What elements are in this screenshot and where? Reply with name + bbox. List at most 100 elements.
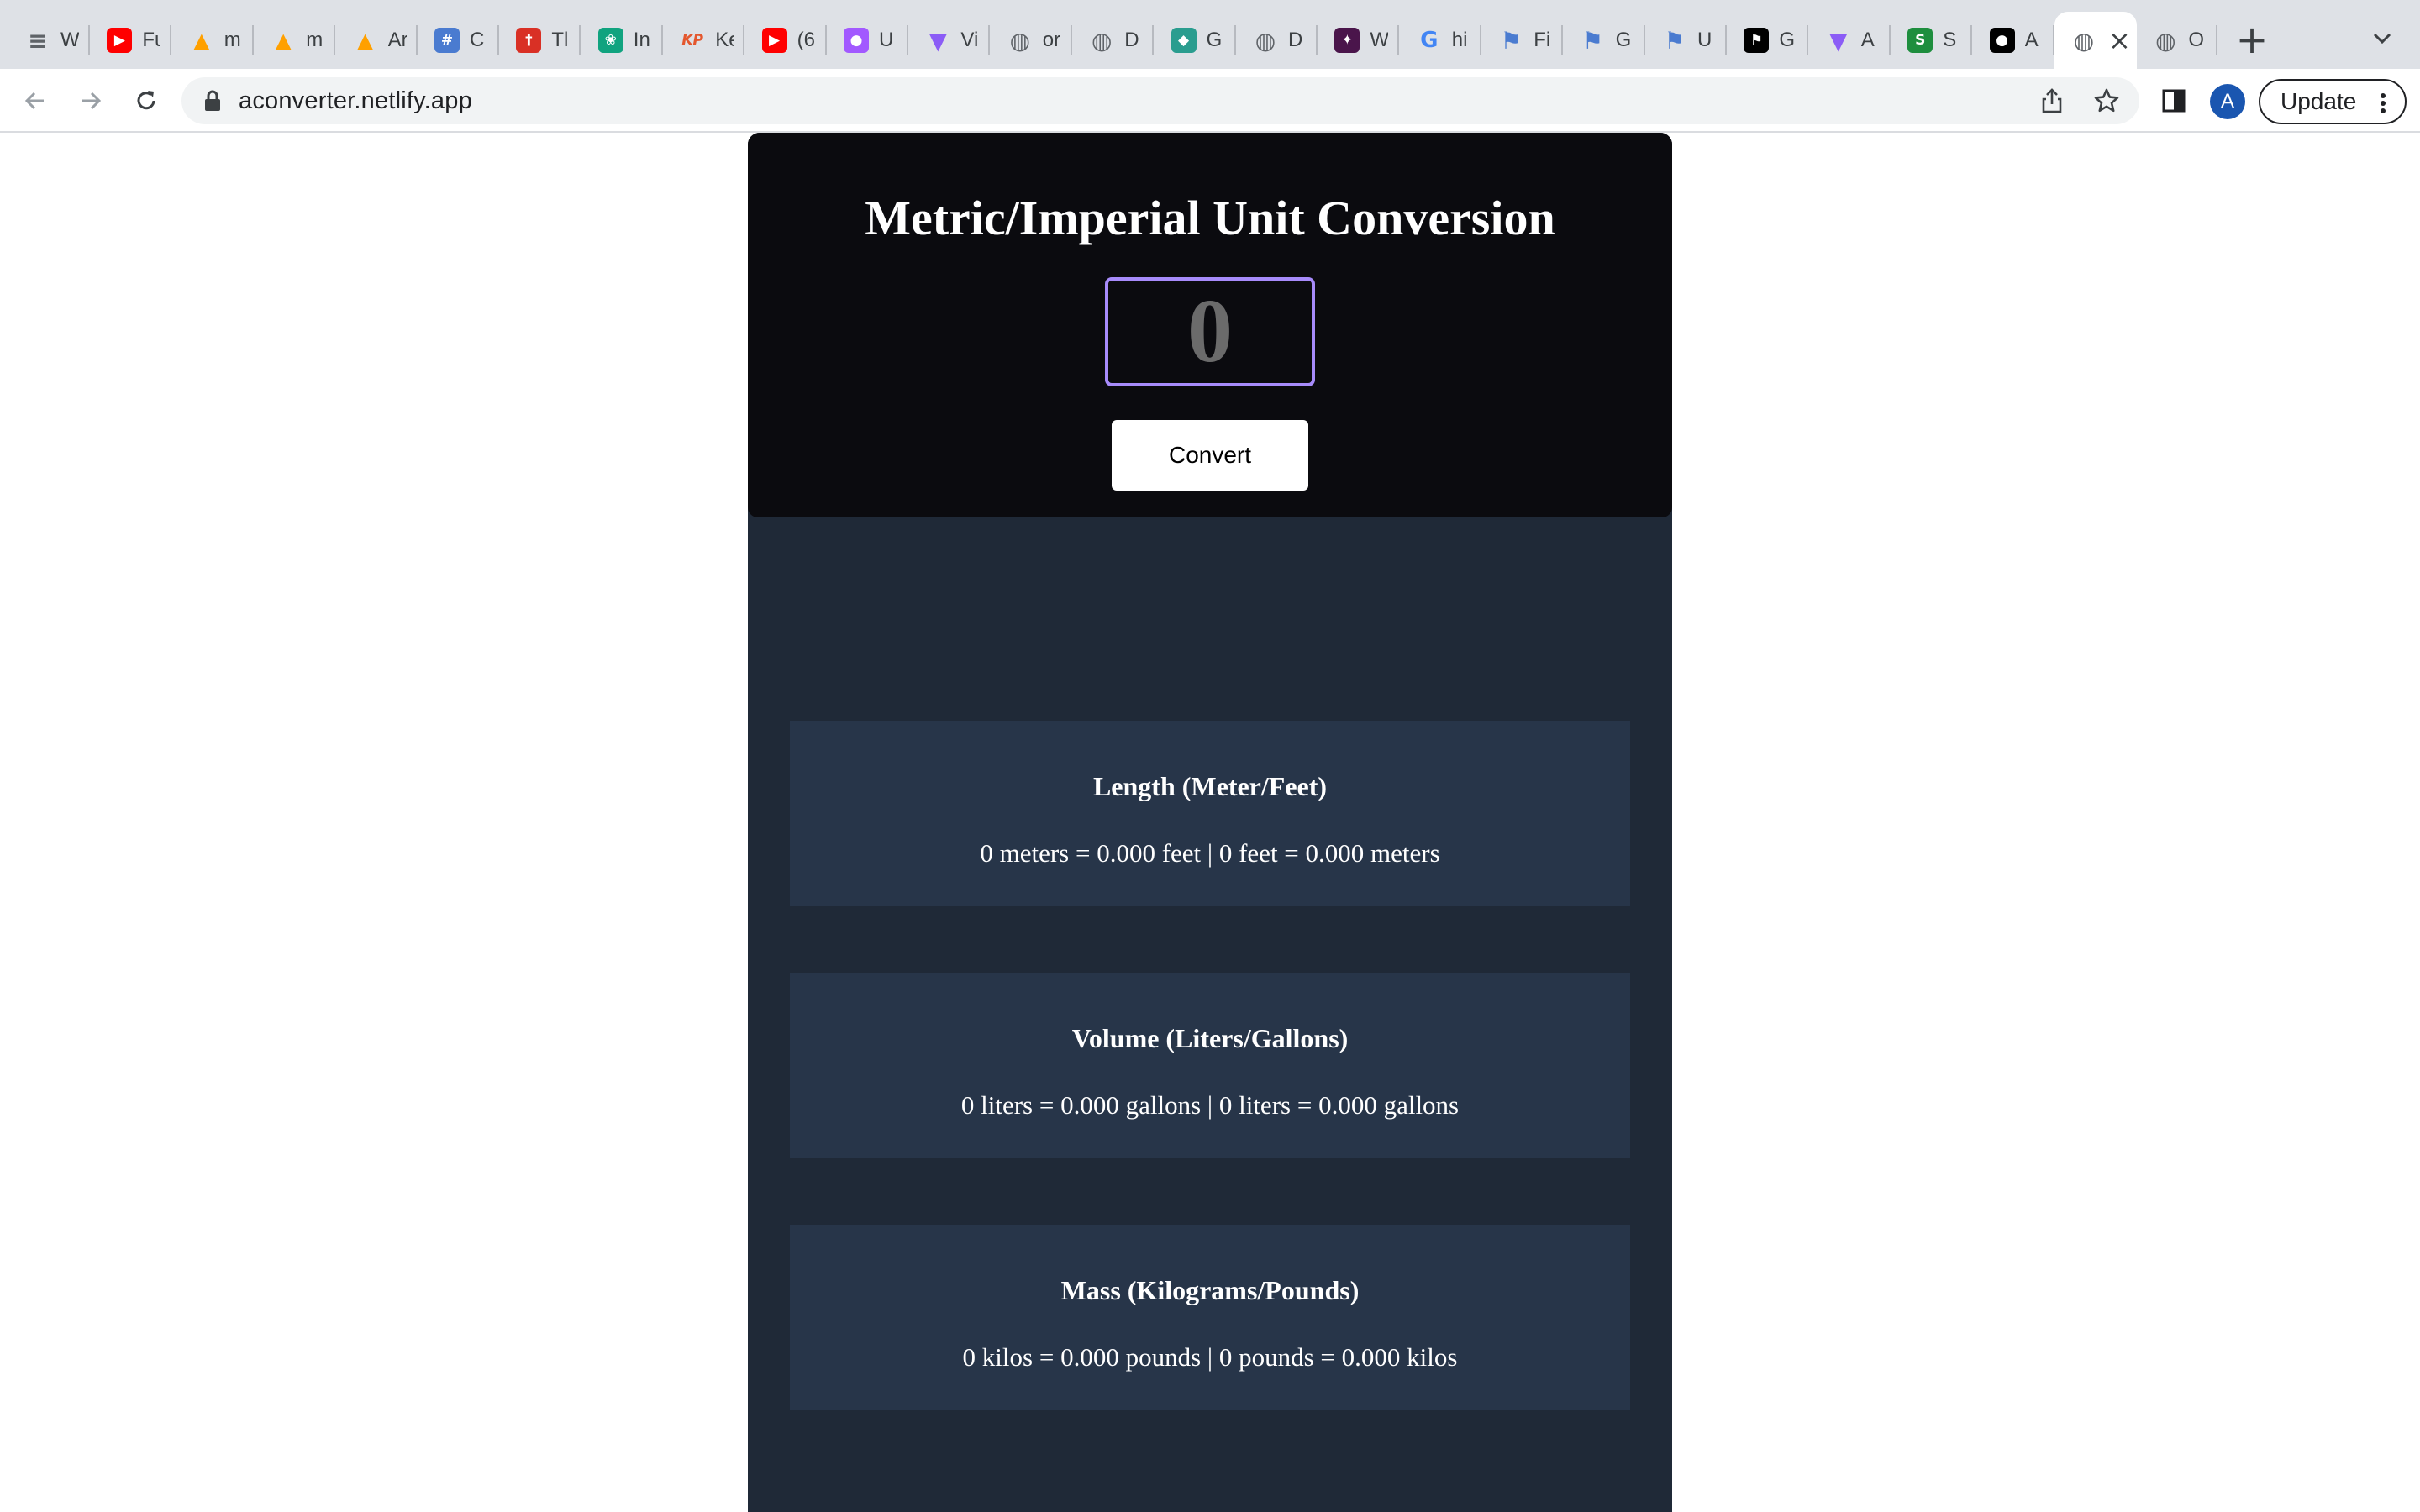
browser-tab[interactable]: # C <box>418 12 499 69</box>
browser-tab[interactable]: ◍ or <box>991 12 1072 69</box>
firebase-icon: ▲ <box>357 29 373 52</box>
vite-icon: ▼ <box>1829 26 1848 55</box>
volume-card-title: Volume (Liters/Gallons) <box>1071 1023 1349 1053</box>
back-button[interactable] <box>15 81 55 121</box>
firebase-icon: ▲ <box>193 29 210 52</box>
globe-icon: ◍ <box>2155 26 2176 55</box>
forward-button[interactable] <box>71 81 111 121</box>
tab-title: O <box>2188 29 2205 51</box>
bookmark-star-button[interactable] <box>2086 81 2127 121</box>
firebase-icon: ▲ <box>275 29 292 52</box>
browser-tab[interactable]: ◍ O <box>2136 12 2218 69</box>
tab-title: In <box>633 29 650 51</box>
tab-strip: ≡W▶Fu▲m▲m▲Ar#C†Tl❀InKPKe▶(6●U▼Vi◍or◍D◆G◍… <box>0 0 2420 69</box>
tab-title: G <box>1206 29 1223 51</box>
browser-tab[interactable]: ▲ Ar <box>336 12 418 69</box>
flag-icon: ⚑ <box>1500 26 1522 55</box>
browser-tab[interactable]: ▲ m <box>254 12 336 69</box>
arrow-left-icon <box>24 92 44 110</box>
tab-title: A <box>1860 29 1875 51</box>
number-input[interactable] <box>1105 277 1315 386</box>
browser-tab[interactable]: ⚑ G <box>1564 12 1645 69</box>
url-text: aconverter.netlify.app <box>239 87 472 114</box>
tab-title: G <box>1615 29 1632 51</box>
close-icon[interactable]: × <box>2108 27 2131 54</box>
side-panel-icon <box>2162 89 2186 113</box>
tab-title: Ar <box>387 29 407 51</box>
browser-tab[interactable]: ▶ Fu <box>90 12 172 69</box>
tab-active[interactable]: ◍ × <box>2054 12 2137 69</box>
tab-title: m <box>306 29 324 51</box>
tower-icon: † <box>516 28 542 53</box>
tab-title: C <box>470 29 485 51</box>
arrow-right-icon <box>82 92 102 110</box>
tab-title: or <box>1042 29 1061 51</box>
convert-button[interactable]: Convert <box>1112 420 1308 491</box>
browser-tab[interactable]: ▼ A <box>1809 12 1891 69</box>
browser-tab[interactable]: ⚑ Fi <box>1481 12 1564 69</box>
share-button[interactable] <box>2032 81 2072 121</box>
volume-card: Volume (Liters/Gallons) 0 liters = 0.000… <box>790 973 1630 1158</box>
browser-tab[interactable]: ⚑ G <box>1727 12 1809 69</box>
browser-tab[interactable]: ⚑ U <box>1645 12 1727 69</box>
flag-black-icon: ⚑ <box>1744 28 1770 53</box>
mass-card: Mass (Kilograms/Pounds) 0 kilos = 0.000 … <box>790 1225 1630 1410</box>
browser-tab[interactable]: ◆ G <box>1155 12 1236 69</box>
browser-tab[interactable]: Ghi <box>1400 12 1481 69</box>
github-icon: ● <box>1989 28 2015 53</box>
tab-title: D <box>1124 29 1139 51</box>
tab-title: hi <box>1451 29 1468 51</box>
browser-tab[interactable]: ≡ W <box>8 12 90 69</box>
youtube-icon: ▶ <box>107 28 133 53</box>
share-icon <box>2042 88 2062 113</box>
flag-icon: ⚑ <box>1664 26 1686 55</box>
tab-title: (6 <box>797 29 815 51</box>
tab-title: Tl <box>551 29 569 51</box>
browser-tab[interactable]: ◍ D <box>1072 12 1155 69</box>
reload-button[interactable] <box>126 81 166 121</box>
profile-avatar[interactable]: A <box>2210 84 2245 119</box>
lock-icon[interactable] <box>203 89 222 113</box>
openai-icon: ❀ <box>597 28 623 53</box>
browser-tab[interactable]: ❀ In <box>581 12 663 69</box>
hero-section: Metric/Imperial Unit Conversion Convert <box>748 133 1672 517</box>
globe-icon: ◍ <box>1091 26 1113 55</box>
diamond-icon: ◆ <box>1171 28 1197 53</box>
globe-icon: ◍ <box>1009 26 1031 55</box>
slack-icon: ✦ <box>1334 28 1360 53</box>
converter-app: Metric/Imperial Unit Conversion Convert … <box>748 133 1672 1512</box>
browser-tab[interactable]: ◍ D <box>1236 12 1318 69</box>
tab-search-button[interactable] <box>2365 22 2399 55</box>
browser-tab[interactable]: ▶ (6 <box>745 12 827 69</box>
css-grid-icon: # <box>434 28 460 53</box>
browser-tab[interactable]: ✦ W <box>1318 12 1400 69</box>
tab-title: Fi <box>1534 29 1551 51</box>
browser-tab[interactable]: SS <box>1891 12 1973 69</box>
browser-tab[interactable]: † Tl <box>499 12 581 69</box>
more-vert-icon <box>2381 93 2386 113</box>
tab-title: S <box>1943 29 1957 51</box>
browser-tab[interactable]: ▲ m <box>172 12 254 69</box>
new-tab-button[interactable]: + <box>2231 18 2273 60</box>
figma-icon: ● <box>844 28 869 53</box>
chevron-down-icon <box>2373 33 2391 45</box>
tab-title: U <box>879 29 894 51</box>
page-title: Metric/Imperial Unit Conversion <box>865 191 1555 245</box>
volume-card-result: 0 liters = 0.000 gallons | 0 liters = 0.… <box>960 1090 1460 1120</box>
browser-tab[interactable]: ▼ Vi <box>908 12 991 69</box>
browser-tab[interactable]: ● U <box>827 12 908 69</box>
tab-title: U <box>1697 29 1712 51</box>
update-button[interactable]: Update <box>2259 79 2407 124</box>
flag-icon: ⚑ <box>1582 26 1604 55</box>
browser-tab[interactable]: KP Ke <box>663 12 745 69</box>
tab-title: G <box>1779 29 1796 51</box>
google-icon: G <box>1420 28 1439 53</box>
address-bar[interactable]: aconverter.netlify.app <box>182 77 2139 124</box>
star-icon <box>2094 88 2119 113</box>
update-label: Update <box>2281 88 2357 114</box>
side-panel-button[interactable] <box>2154 81 2194 121</box>
browser-tab[interactable]: ● A <box>1973 12 2054 69</box>
globe-icon: ◍ <box>1255 26 1276 55</box>
vite-icon: ▼ <box>929 26 948 55</box>
shield-s-icon: S <box>1907 28 1933 53</box>
